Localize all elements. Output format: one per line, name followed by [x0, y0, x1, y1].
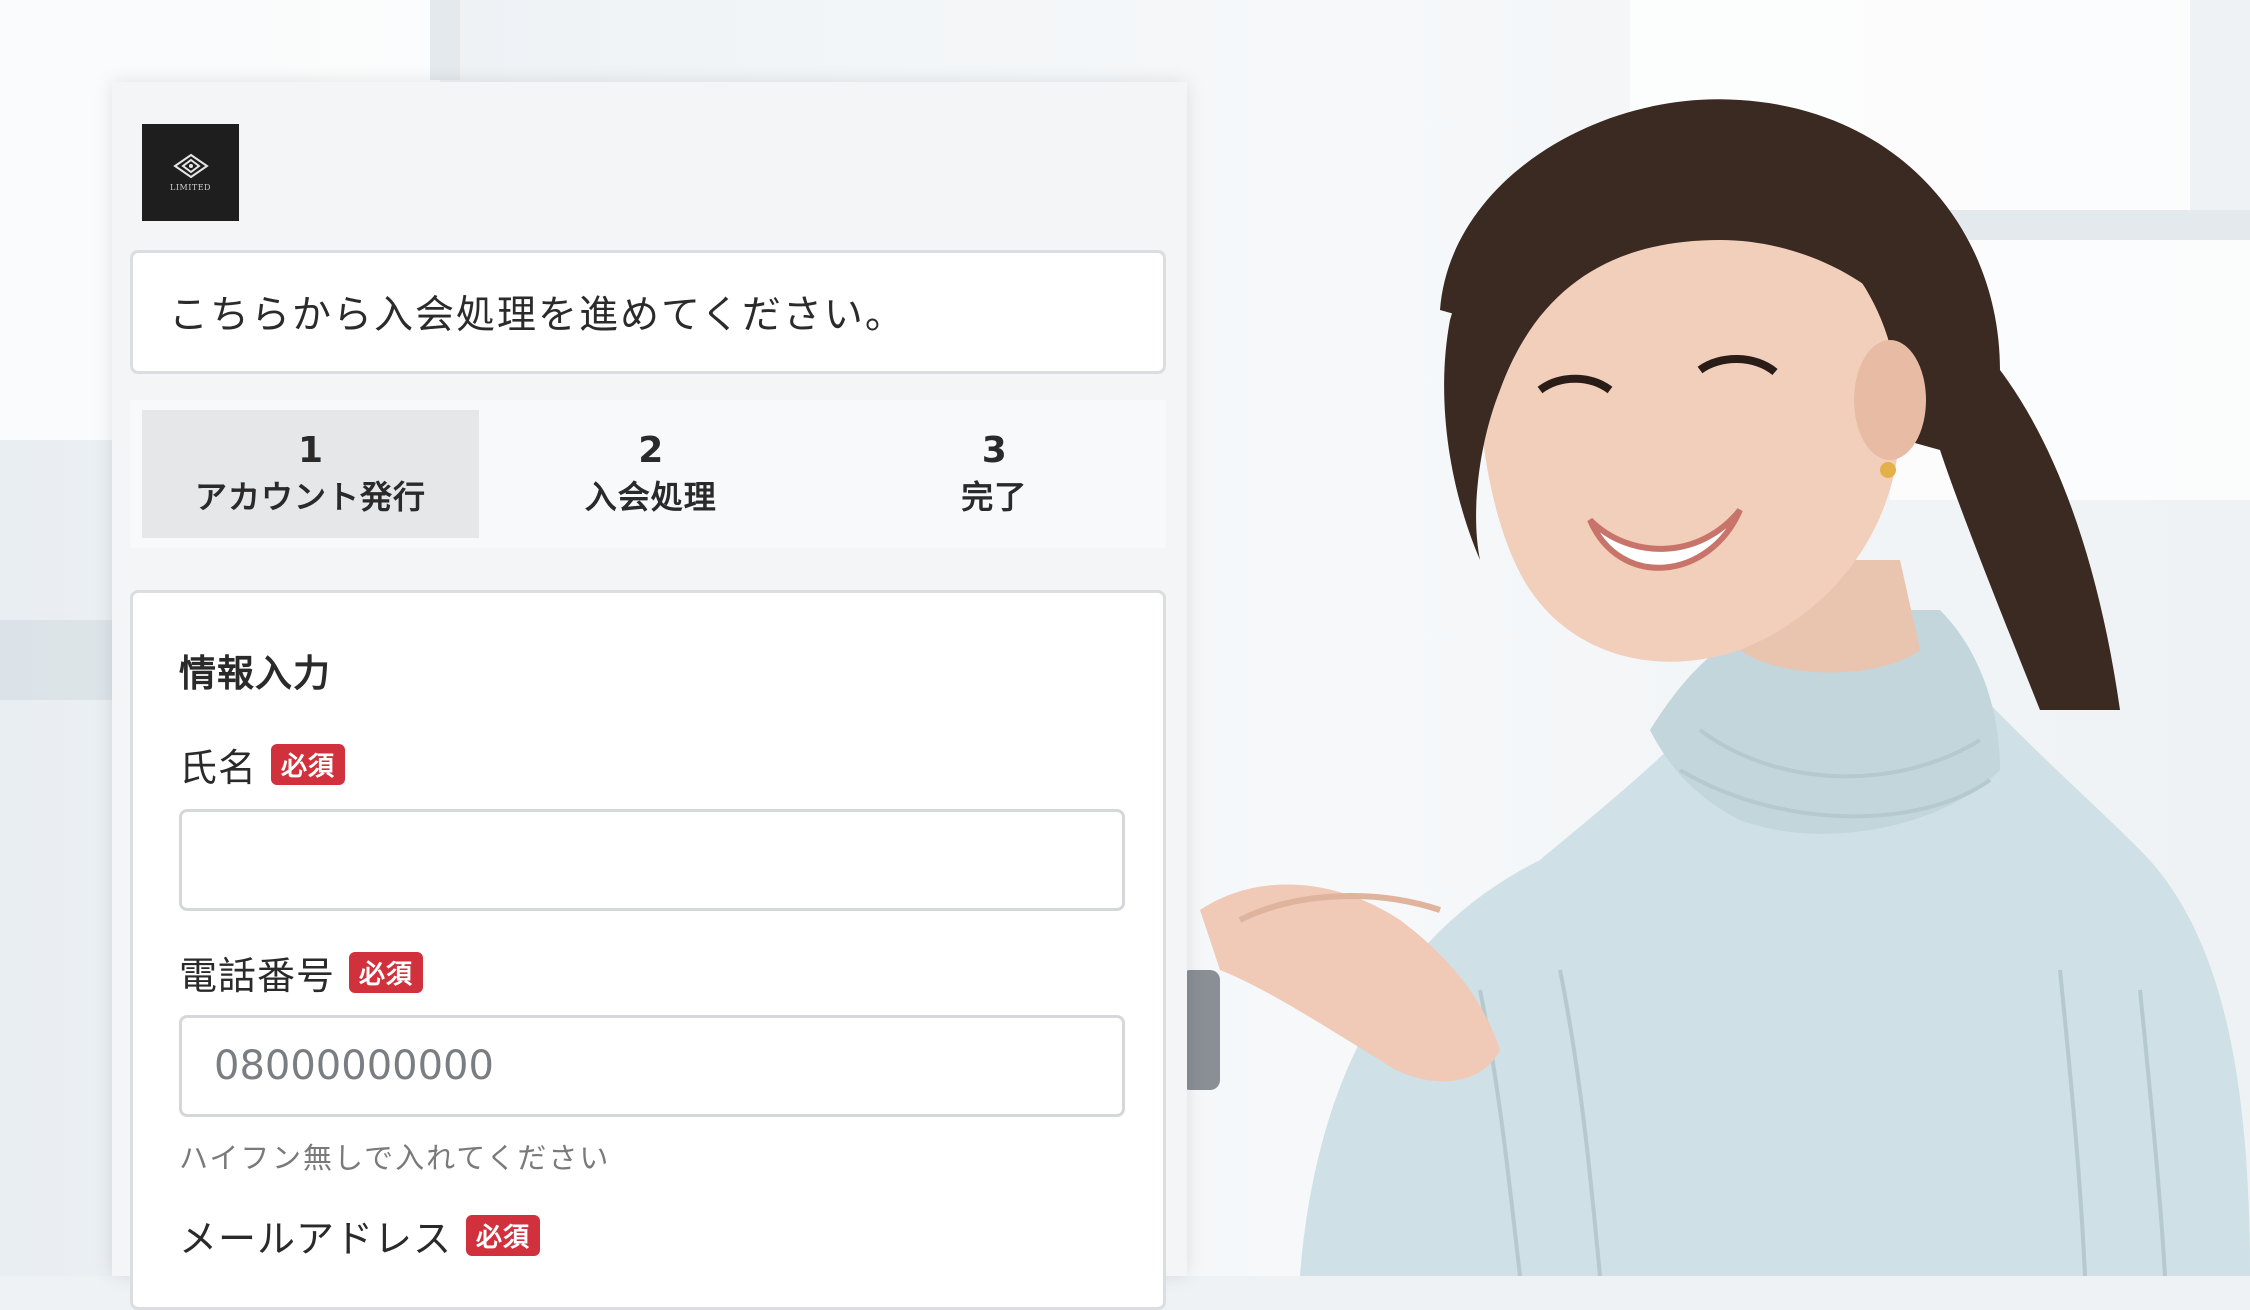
phone-hint: ハイフン無しで入れてください	[179, 1141, 611, 1175]
diamond-logo-icon	[172, 153, 209, 179]
name-input[interactable]	[179, 809, 1125, 911]
intro-message: こちらから入会処理を進めてください。	[130, 250, 1166, 374]
phone-input[interactable]	[179, 1015, 1125, 1117]
name-label-text: 氏名	[179, 746, 258, 790]
required-badge: 必須	[466, 1215, 541, 1256]
info-form-card: 情報入力 氏名 必須 電話番号 必須 ハイフン無しで入れてください メールアドレ…	[130, 590, 1166, 1310]
step-account-issue: 1 アカウント発行	[142, 410, 479, 538]
required-badge: 必須	[349, 952, 424, 993]
logo-text: LIMITED	[170, 183, 211, 192]
step-label: アカウント発行	[194, 478, 426, 516]
step-number: 3	[981, 430, 1007, 471]
step-complete: 3 完了	[823, 410, 1167, 538]
email-label: メールアドレス 必須	[179, 1208, 541, 1263]
phone-label-text: 電話番号	[179, 954, 336, 998]
step-number: 2	[638, 430, 664, 471]
step-label: 完了	[961, 478, 1028, 516]
progress-steps: 1 アカウント発行 2 入会処理 3 完了	[130, 400, 1166, 548]
smiling-woman-with-phone-image	[1180, 99, 2250, 1276]
form-title: 情報入力	[179, 652, 331, 695]
name-label: 氏名 必須	[179, 737, 346, 792]
email-label-text: メールアドレス	[179, 1217, 453, 1261]
step-membership-processing: 2 入会処理	[479, 410, 823, 538]
required-badge: 必須	[271, 744, 346, 785]
signup-panel: LIMITED こちらから入会処理を進めてください。 1 アカウント発行 2 入…	[112, 82, 1187, 1310]
brand-logo: LIMITED	[142, 124, 239, 221]
phone-label: 電話番号 必須	[179, 945, 424, 1000]
step-label: 入会処理	[584, 478, 717, 516]
step-number: 1	[297, 430, 324, 471]
